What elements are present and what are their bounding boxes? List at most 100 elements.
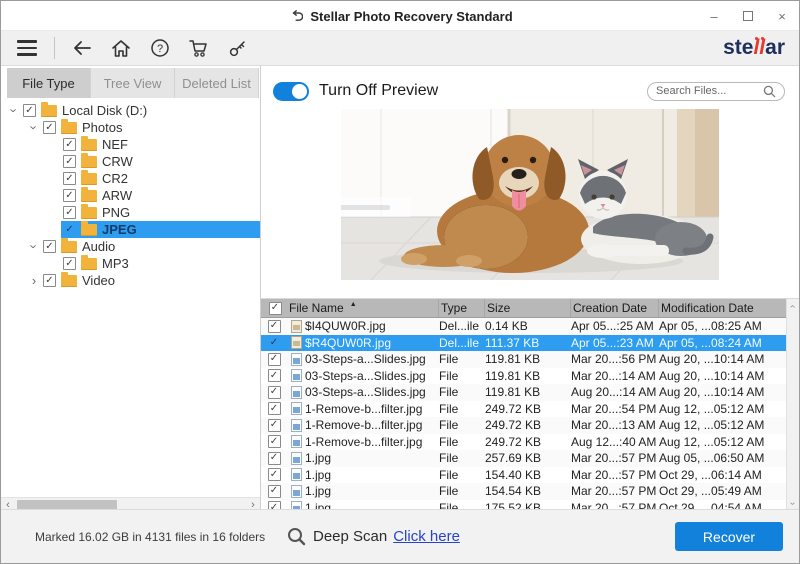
cart-button[interactable]: [187, 36, 211, 60]
file-icon: [291, 485, 302, 498]
folder-icon: [81, 207, 97, 219]
table-row[interactable]: ✓ 03-Steps-a...Slides.jpg File 119.81 KB…: [261, 368, 786, 385]
row-checkbox[interactable]: ✓: [268, 452, 281, 465]
table-row[interactable]: ✓ 03-Steps-a...Slides.jpg File 119.81 KB…: [261, 351, 786, 368]
column-header-type[interactable]: Type: [439, 299, 485, 317]
tree-item[interactable]: › ✓ Local Disk (D:): [1, 102, 260, 119]
close-button[interactable]: ×: [765, 1, 799, 31]
home-button[interactable]: [109, 36, 133, 60]
cell-creation-date: Mar 20...:54 PM: [571, 402, 659, 416]
tree-checkbox[interactable]: ✓: [63, 206, 76, 219]
folder-icon: [81, 224, 97, 236]
table-row[interactable]: ✓ 1.jpg File 257.69 KB Mar 20...:57 PM A…: [261, 450, 786, 467]
column-header-size[interactable]: Size: [485, 299, 571, 317]
minimize-button[interactable]: –: [697, 1, 731, 31]
scrollbar-track[interactable]: [787, 314, 799, 496]
search-input[interactable]: [656, 85, 763, 97]
row-checkbox[interactable]: ✓: [268, 336, 281, 349]
row-checkbox[interactable]: ✓: [268, 386, 281, 399]
cell-file-name: 03-Steps-a...Slides.jpg: [305, 369, 439, 383]
tree-item[interactable]: › ✓ CRW: [1, 153, 260, 170]
key-button[interactable]: [226, 36, 250, 60]
tree-item[interactable]: › ✓ NEF: [1, 136, 260, 153]
menu-button[interactable]: [15, 38, 39, 58]
watermark-text-bar: [341, 205, 390, 210]
row-checkbox[interactable]: ✓: [268, 320, 281, 333]
expander-icon[interactable]: ›: [28, 240, 41, 254]
file-icon: [291, 336, 302, 349]
cell-size: 119.81 KB: [485, 385, 571, 399]
back-button[interactable]: [70, 36, 94, 60]
logo-part3: ar: [765, 36, 785, 60]
table-row[interactable]: ✓ 1-Remove-b...filter.jpg File 249.72 KB…: [261, 417, 786, 434]
scroll-up-icon[interactable]: ›: [787, 299, 799, 314]
column-header-creation-date[interactable]: Creation Date: [571, 299, 659, 317]
table-row[interactable]: ✓ 1.jpg File 154.40 KB Mar 20...:57 PM O…: [261, 467, 786, 484]
recover-button[interactable]: Recover: [675, 522, 783, 551]
row-checkbox[interactable]: ✓: [268, 353, 281, 366]
cell-file-name: 03-Steps-a...Slides.jpg: [305, 385, 439, 399]
maximize-icon: [743, 11, 753, 21]
tree-checkbox[interactable]: ✓: [63, 172, 76, 185]
tree-item[interactable]: › ✓ MP3: [1, 255, 260, 272]
table-row[interactable]: ✓ 03-Steps-a...Slides.jpg File 119.81 KB…: [261, 384, 786, 401]
expander-icon[interactable]: ›: [8, 104, 21, 118]
search-box[interactable]: [647, 82, 785, 101]
row-checkbox[interactable]: ✓: [268, 369, 281, 382]
help-button[interactable]: ?: [148, 36, 172, 60]
row-checkbox[interactable]: ✓: [268, 419, 281, 432]
table-row[interactable]: ✓ 1.jpg File 154.54 KB Mar 20...:57 PM O…: [261, 483, 786, 500]
expander-icon[interactable]: ›: [28, 121, 41, 135]
tree-item[interactable]: › ✓ CR2: [1, 170, 260, 187]
table-row[interactable]: ✓ 1-Remove-b...filter.jpg File 249.72 KB…: [261, 401, 786, 418]
tree-item[interactable]: › ✓ PNG: [1, 204, 260, 221]
cell-type: File: [439, 435, 485, 449]
row-checkbox[interactable]: ✓: [268, 468, 281, 481]
tree-checkbox[interactable]: ✓: [63, 189, 76, 202]
table-row[interactable]: ✓ 1-Remove-b...filter.jpg File 249.72 KB…: [261, 434, 786, 451]
deep-scan-link[interactable]: Click here: [393, 528, 460, 545]
select-all-checkbox[interactable]: ✓: [269, 302, 282, 315]
row-checkbox[interactable]: ✓: [268, 435, 281, 448]
maximize-button[interactable]: [731, 1, 765, 31]
cell-size: 249.72 KB: [485, 435, 571, 449]
tree-item-label: Local Disk (D:): [62, 103, 147, 118]
preview-toggle[interactable]: [273, 82, 309, 101]
tree-item[interactable]: › ✓ Video: [1, 272, 260, 289]
expander-icon[interactable]: ›: [27, 274, 41, 287]
file-icon: [291, 419, 302, 432]
tab-file-type[interactable]: File Type: [7, 68, 91, 98]
tree-item[interactable]: › ✓ Audio: [1, 238, 260, 255]
tab-tree-view[interactable]: Tree View: [91, 68, 175, 98]
tree-checkbox[interactable]: ✓: [43, 274, 56, 287]
cell-modification-date: Oct 29, ...05:49 AM: [659, 484, 786, 498]
tree-checkbox[interactable]: ✓: [63, 155, 76, 168]
tree-checkbox[interactable]: ✓: [63, 138, 76, 151]
cell-type: File: [439, 468, 485, 482]
table-row[interactable]: ✓ $I4QUW0R.jpg Del...ile 0.14 KB Apr 05.…: [261, 318, 786, 335]
folder-icon: [81, 258, 97, 270]
tree-item[interactable]: › ✓ ARW: [1, 187, 260, 204]
cell-type: File: [439, 402, 485, 416]
tab-deleted-list[interactable]: Deleted List: [175, 68, 259, 98]
column-header-file-name[interactable]: File Name▲: [287, 299, 439, 317]
tree-checkbox[interactable]: ✓: [63, 257, 76, 270]
cell-size: 257.69 KB: [485, 451, 571, 465]
vertical-scrollbar[interactable]: › ›: [786, 299, 799, 511]
tree-checkbox[interactable]: ✓: [63, 223, 76, 236]
cell-creation-date: Apr 05...:23 AM: [571, 336, 659, 350]
cell-file-name: 1.jpg: [305, 468, 439, 482]
table-row[interactable]: ✓ $R4QUW0R.jpg Del...ile 111.37 KB Apr 0…: [261, 335, 786, 352]
column-header-modification-date[interactable]: Modification Date: [659, 299, 799, 317]
folder-icon: [81, 190, 97, 202]
tree-checkbox[interactable]: ✓: [43, 240, 56, 253]
tree-item[interactable]: › ✓ JPEG: [1, 221, 260, 238]
file-icon: [291, 452, 302, 465]
row-checkbox[interactable]: ✓: [268, 485, 281, 498]
tree-checkbox[interactable]: ✓: [43, 121, 56, 134]
left-panel: File Type Tree View Deleted List › ✓ Loc…: [1, 66, 261, 511]
tree-checkbox[interactable]: ✓: [23, 104, 36, 117]
tree-item[interactable]: › ✓ Photos: [1, 119, 260, 136]
tree-item-label: ARW: [102, 188, 132, 203]
row-checkbox[interactable]: ✓: [268, 402, 281, 415]
